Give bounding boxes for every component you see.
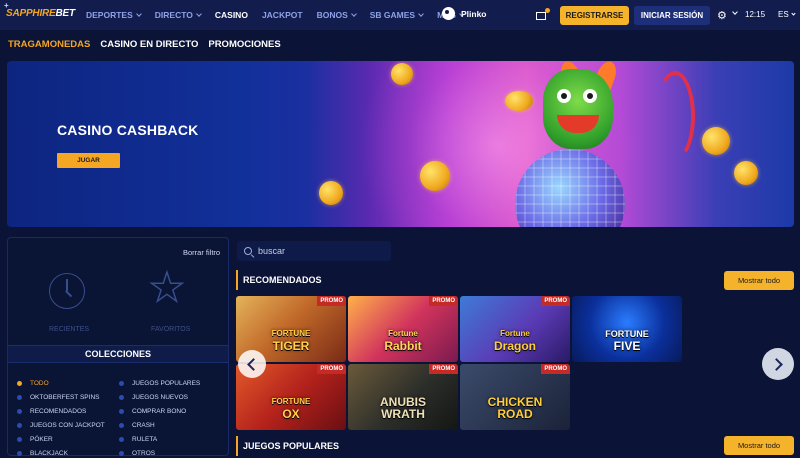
show-all-button[interactable]: Mostrar todo — [724, 271, 794, 290]
bullet-dot — [17, 451, 22, 456]
chevron-down-icon — [791, 11, 796, 16]
nav-item-sb-games[interactable]: SB GAMES — [370, 10, 424, 20]
coin-icon — [505, 91, 533, 111]
clock: 12:15 — [745, 10, 766, 19]
dragon-illustration — [543, 69, 613, 149]
bullet-dot — [119, 409, 124, 414]
section-title-recommended: RECOMENDADOS — [236, 270, 322, 290]
carousel-next-button[interactable] — [762, 348, 794, 380]
collections-list: TODO JUEGOS POPULARES OKTOBERFEST SPINS … — [17, 379, 227, 458]
nav-item-deportes[interactable]: DEPORTES — [86, 10, 142, 20]
gift-icon[interactable] — [535, 8, 550, 21]
bullet-dot — [119, 437, 124, 442]
collection-item[interactable]: RECOMENDADOS — [17, 407, 119, 416]
game-title: Fortune Dragon — [494, 329, 536, 353]
chevron-down-icon — [135, 11, 142, 17]
promo-banner[interactable]: CASINO CASHBACK JUGAR — [7, 61, 794, 227]
play-button[interactable]: JUGAR — [57, 153, 120, 168]
favorites-label[interactable]: FAVORITOS — [151, 326, 190, 333]
collection-item[interactable]: COMPRAR BONO — [119, 407, 221, 416]
tab-tragamonedas[interactable]: TRAGAMONEDAS — [8, 39, 90, 50]
clear-filter-link[interactable]: Borrar filtro — [183, 248, 220, 257]
coin-icon — [702, 127, 730, 155]
search-bar[interactable] — [237, 241, 391, 261]
register-button[interactable]: REGISTRARSE — [560, 6, 629, 25]
collection-item[interactable]: JUEGOS CON JACKPOT — [17, 421, 119, 430]
category-tabs: TRAGAMONEDAS CASINO EN DIRECTO PROMOCION… — [8, 39, 281, 50]
game-tile-chicken-road[interactable]: PROMO CHICKEN ROAD — [460, 364, 570, 430]
menu-corner-icon: + — [4, 1, 9, 10]
filter-sidebar: Borrar filtro ★ RECIENTES FAVORITOS COLE… — [7, 237, 229, 458]
top-bar: + SAPPHIREBET DEPORTES DIRECTO CASINO JA… — [0, 0, 800, 30]
gear-icon[interactable]: ⚙ — [717, 9, 727, 22]
plinko-link[interactable]: Plinko — [442, 7, 487, 20]
bullet-dot — [17, 437, 22, 442]
search-icon — [244, 247, 252, 255]
show-all-button[interactable]: Mostrar todo — [724, 436, 794, 455]
promo-badge: PROMO — [541, 364, 570, 374]
coin-icon — [734, 161, 758, 185]
clock-icon[interactable] — [49, 273, 85, 309]
bullet-dot — [17, 381, 22, 386]
search-input[interactable] — [258, 246, 378, 256]
bullet-dot — [17, 423, 22, 428]
promo-badge: PROMO — [541, 296, 570, 306]
collections-header: COLECCIONES — [8, 345, 228, 363]
notification-dot — [545, 8, 550, 13]
coin-icon — [319, 181, 343, 205]
game-title: ANUBIS WRATH — [379, 395, 426, 421]
game-title: FORTUNE OX — [271, 397, 311, 421]
tab-promociones[interactable]: PROMOCIONES — [208, 39, 280, 50]
game-title: Fortune Rabbit — [384, 329, 422, 353]
bullet-dot — [119, 423, 124, 428]
bullet-dot — [17, 395, 22, 400]
game-title: FORTUNE FIVE — [605, 329, 649, 353]
nav-item-bonos[interactable]: BONOS — [317, 10, 357, 20]
carousel-prev-button[interactable] — [238, 350, 266, 378]
game-tile-fortune-rabbit[interactable]: PROMO Fortune Rabbit — [348, 296, 458, 362]
promo-badge: PROMO — [429, 364, 458, 374]
chevron-down-icon — [418, 11, 424, 17]
game-title: CHICKEN ROAD — [487, 395, 543, 421]
coin-icon — [391, 63, 413, 85]
collection-item[interactable]: OTROS — [119, 449, 221, 458]
nav-item-jackpot[interactable]: JACKPOT — [262, 10, 303, 20]
recent-label[interactable]: RECIENTES — [49, 326, 89, 333]
bullet-dot — [17, 409, 22, 414]
collection-item[interactable]: JUEGOS POPULARES — [119, 379, 221, 388]
promo-badge: PROMO — [317, 296, 346, 306]
game-tile-fortune-dragon[interactable]: PROMO Fortune Dragon — [460, 296, 570, 362]
banner-title: CASINO CASHBACK — [57, 122, 199, 138]
collection-item[interactable]: OKTOBERFEST SPINS — [17, 393, 119, 402]
collection-item[interactable]: CRASH — [119, 421, 221, 430]
bullet-dot — [119, 395, 124, 400]
language-selector[interactable]: ES — [778, 10, 796, 19]
game-tile-fortune-five[interactable]: FORTUNE FIVE — [572, 296, 682, 362]
plinko-ball-icon — [442, 7, 455, 20]
promo-badge: PROMO — [317, 364, 346, 374]
main-nav: DEPORTES DIRECTO CASINO JACKPOT BONOS SB… — [86, 0, 478, 30]
collection-item[interactable]: PÓKER — [17, 435, 119, 444]
collection-item[interactable]: BLACKJACK — [17, 449, 119, 458]
chevron-down-icon — [196, 11, 202, 17]
tab-casino-en-directo[interactable]: CASINO EN DIRECTO — [100, 39, 198, 50]
nav-item-directo[interactable]: DIRECTO — [155, 10, 202, 20]
section-title-popular: JUEGOS POPULARES — [236, 436, 339, 456]
collection-item[interactable]: TODO — [17, 379, 119, 388]
chevron-down-icon[interactable] — [732, 9, 738, 15]
game-tile-anubis-wrath[interactable]: PROMO ANUBIS WRATH — [348, 364, 458, 430]
coin-icon — [420, 161, 450, 191]
promo-badge: PROMO — [429, 296, 458, 306]
bullet-dot — [119, 451, 124, 456]
ribbon-decoration — [655, 71, 695, 161]
star-icon[interactable]: ★ — [148, 267, 185, 309]
game-title: FORTUNE TIGER — [271, 329, 311, 353]
collection-item[interactable]: RULETA — [119, 435, 221, 444]
bullet-dot — [119, 381, 124, 386]
chevron-down-icon — [350, 11, 357, 17]
login-button[interactable]: INICIAR SESIÓN — [634, 6, 710, 25]
logo[interactable]: + SAPPHIREBET — [4, 1, 75, 19]
collection-item[interactable]: JUEGOS NUEVOS — [119, 393, 221, 402]
nav-item-casino[interactable]: CASINO — [215, 10, 248, 20]
